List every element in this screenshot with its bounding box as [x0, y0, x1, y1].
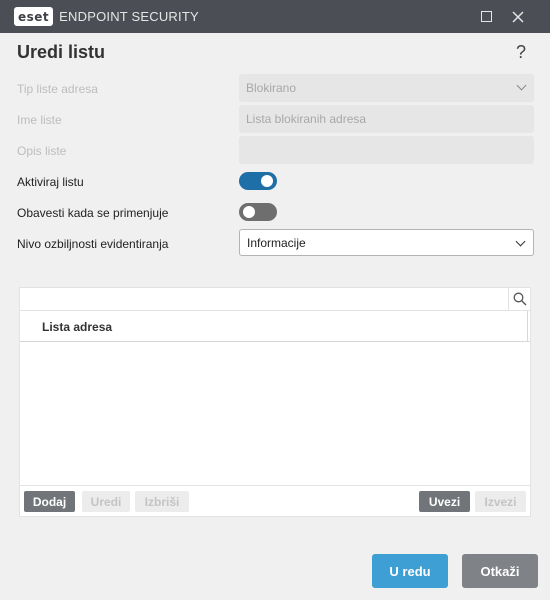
- toggle-knob: [261, 175, 273, 187]
- list-type-select: Blokirano: [239, 74, 534, 102]
- close-button[interactable]: [502, 0, 534, 33]
- import-button[interactable]: Uvezi: [419, 491, 470, 512]
- column-header[interactable]: Lista adresa: [20, 311, 530, 342]
- maximize-button[interactable]: [470, 0, 502, 33]
- list-type-value: Blokirano: [246, 81, 297, 95]
- delete-button[interactable]: Izbriši: [135, 491, 189, 512]
- address-list-body[interactable]: [20, 343, 530, 485]
- search-input[interactable]: [20, 288, 506, 310]
- notify-label: Obavesti kada se primenjuje: [17, 206, 169, 220]
- list-type-label: Tip liste adresa: [17, 82, 98, 96]
- ok-button[interactable]: U redu: [372, 554, 448, 588]
- chevron-down-icon: [516, 80, 527, 91]
- maximize-icon: [480, 11, 492, 22]
- list-name-field: Lista blokiranih adresa: [239, 105, 534, 133]
- add-button[interactable]: Dodaj: [24, 491, 75, 512]
- list-description-label: Opis liste: [17, 144, 67, 158]
- severity-label: Nivo ozbiljnosti evidentiranja: [17, 237, 169, 251]
- column-separator: [527, 311, 528, 341]
- activate-list-toggle[interactable]: [239, 172, 277, 190]
- activate-list-label: Aktiviraj listu: [17, 175, 84, 189]
- severity-value: Informacije: [247, 235, 306, 250]
- close-icon: [512, 10, 524, 23]
- notify-toggle[interactable]: [239, 203, 277, 221]
- list-toolbar: Dodaj Uredi Izbriši Uvezi Izvezi: [20, 485, 530, 516]
- search-icon: [513, 292, 526, 306]
- eset-logo: eset ENDPOINT SECURITY: [14, 7, 199, 26]
- edit-button[interactable]: Uredi: [82, 491, 130, 512]
- toggle-knob: [243, 206, 255, 218]
- help-icon[interactable]: ?: [516, 42, 526, 63]
- list-name-value: Lista blokiranih adresa: [246, 112, 367, 126]
- dialog-title: Uredi listu: [17, 42, 106, 62]
- export-button[interactable]: Izvezi: [475, 491, 526, 512]
- column-header-address-list: Lista adresa: [42, 320, 113, 334]
- product-name: ENDPOINT SECURITY: [59, 9, 199, 24]
- search-button[interactable]: [508, 288, 530, 310]
- severity-select[interactable]: Informacije: [239, 229, 534, 256]
- cancel-button[interactable]: Otkaži: [462, 554, 538, 588]
- title-bar: eset ENDPOINT SECURITY: [0, 0, 550, 33]
- list-description-field: [239, 136, 534, 164]
- address-list-panel: Lista adresa Dodaj Uredi Izbriši Uvezi I…: [19, 287, 531, 517]
- chevron-down-icon: [515, 236, 526, 247]
- search-row: [20, 288, 530, 311]
- list-name-label: Ime liste: [17, 113, 62, 127]
- logo-text: eset: [14, 7, 54, 26]
